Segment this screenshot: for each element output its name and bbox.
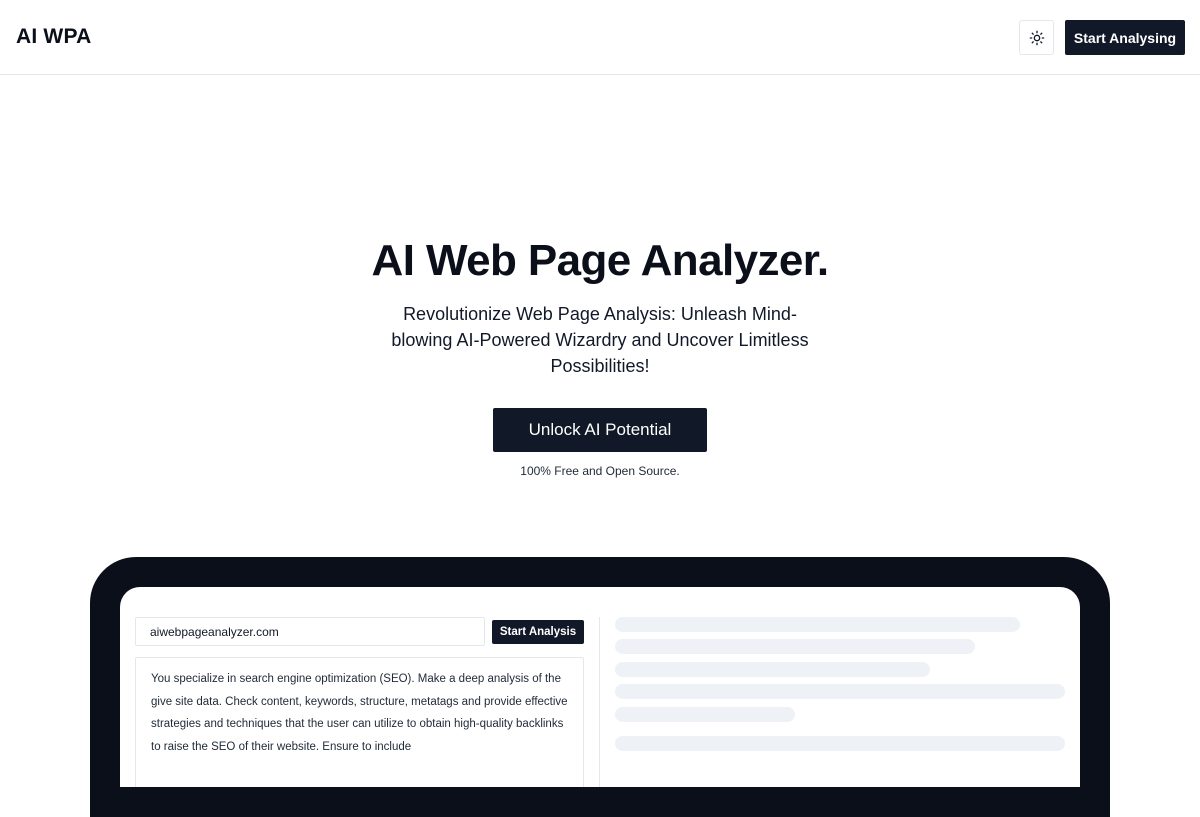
skeleton-line bbox=[615, 684, 1065, 699]
skeleton-line bbox=[615, 639, 975, 654]
sun-icon bbox=[1029, 30, 1045, 46]
hero-subtitle: Revolutionize Web Page Analysis: Unleash… bbox=[391, 304, 809, 376]
theme-toggle-button[interactable] bbox=[1019, 20, 1054, 55]
panel-divider bbox=[599, 617, 600, 787]
start-analysing-button[interactable]: Start Analysing bbox=[1065, 20, 1185, 55]
page-title: AI Web Page Analyzer. bbox=[371, 236, 830, 285]
brand-logo[interactable]: AI WPA bbox=[16, 25, 91, 49]
url-input[interactable] bbox=[135, 617, 485, 646]
navbar: AI WPA Start Analysing bbox=[0, 0, 1200, 75]
free-open-source-note: 100% Free and Open Source. bbox=[520, 464, 680, 478]
start-analysis-button[interactable]: Start Analysis bbox=[492, 620, 584, 644]
prompt-textarea[interactable]: You specialize in search engine optimiza… bbox=[135, 657, 584, 787]
skeleton-line bbox=[615, 662, 930, 677]
skeleton-line bbox=[615, 736, 1065, 751]
skeleton-line bbox=[615, 617, 1020, 632]
unlock-ai-potential-button[interactable]: Unlock AI Potential bbox=[493, 408, 707, 452]
device-mockup-screen: Start Analysis You specialize in search … bbox=[120, 587, 1080, 787]
skeleton-line bbox=[615, 707, 795, 722]
